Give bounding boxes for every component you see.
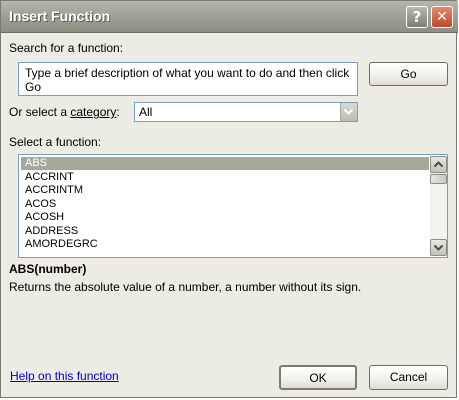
function-list-item[interactable]: ACCRINTM [21, 184, 429, 197]
cancel-button[interactable]: Cancel [369, 365, 448, 390]
scroll-up-button[interactable] [430, 156, 447, 173]
title-bar[interactable]: Insert Function ? ✕ [1, 1, 458, 33]
chevron-down-icon [433, 244, 444, 251]
search-input[interactable]: Type a brief description of what you wan… [18, 62, 358, 96]
close-icon: ✕ [436, 9, 448, 25]
help-on-function-link[interactable]: Help on this function [10, 369, 119, 383]
go-button[interactable]: Go [369, 62, 448, 86]
function-syntax: ABS(number) [9, 262, 87, 276]
category-label-suffix: : [116, 105, 120, 119]
insert-function-dialog: Insert Function ? ✕ Search for a functio… [0, 0, 458, 398]
function-list-item[interactable]: AMORDEGRC [21, 238, 429, 251]
function-list[interactable]: ABS ACCRINT ACCRINTM ACOS ACOSH ADDRESS AMORDE… [18, 154, 448, 258]
function-list-item[interactable]: ACOS [21, 198, 429, 211]
function-list-item[interactable]: ABS [21, 157, 429, 170]
category-select[interactable]: All [134, 102, 358, 122]
category-label-key: category [70, 105, 117, 119]
category-label: Or select a category: [9, 105, 120, 119]
scroll-down-button[interactable] [430, 239, 447, 256]
question-mark-icon: ? [412, 8, 422, 26]
category-selected-value: All [139, 105, 153, 119]
help-button[interactable]: ? [406, 6, 428, 28]
function-description: Returns the absolute value of a number, … [9, 280, 362, 294]
scroll-thumb[interactable] [430, 174, 447, 184]
search-label: Search for a function: [9, 41, 124, 55]
function-list-label: Select a function: [9, 135, 102, 149]
function-list-item[interactable]: ADDRESS [21, 225, 429, 238]
function-list-item[interactable]: ACOSH [21, 211, 429, 224]
chevron-down-icon [343, 108, 354, 115]
function-list-scrollbar[interactable] [430, 156, 447, 256]
close-button[interactable]: ✕ [431, 6, 453, 28]
window-title: Insert Function [9, 8, 111, 24]
dropdown-button[interactable] [340, 103, 357, 121]
category-label-prefix: Or select a [9, 105, 71, 119]
ok-button[interactable]: OK [279, 365, 357, 390]
chevron-up-icon [433, 161, 444, 168]
function-list-item[interactable]: ACCRINT [21, 171, 429, 184]
